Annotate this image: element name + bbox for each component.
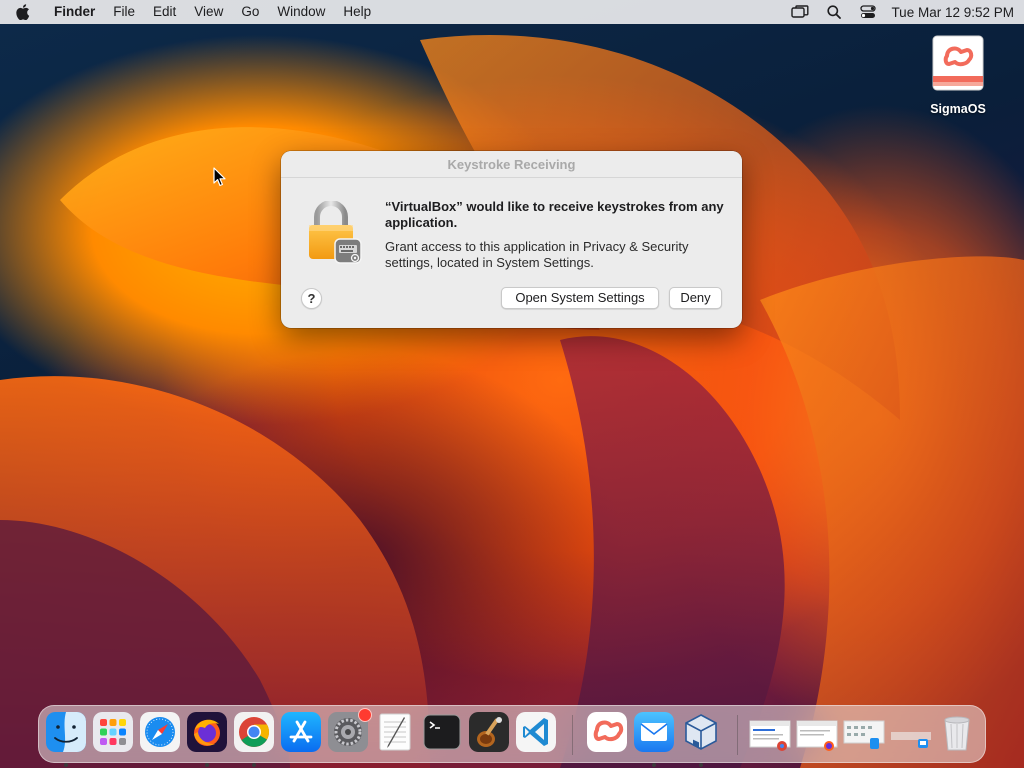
finder-icon	[46, 712, 86, 752]
dock-minimized-finder-window[interactable]	[843, 712, 885, 752]
spotlight-search-icon[interactable]	[817, 0, 851, 24]
help-button[interactable]: ?	[301, 288, 322, 309]
vscode-icon	[516, 712, 556, 752]
minimized-firefox-window-icon	[796, 712, 838, 752]
menu-file[interactable]: File	[104, 0, 144, 24]
running-indicator	[205, 763, 209, 767]
mouse-pointer-icon	[213, 167, 227, 187]
instruments-icon	[469, 712, 509, 752]
deny-button[interactable]: Deny	[669, 287, 722, 309]
menu-help[interactable]: Help	[334, 0, 380, 24]
menu-bar: Finder File Edit View Go Window Help Tue…	[0, 0, 1024, 24]
desktop-icon-label: SigmaOS	[930, 102, 986, 116]
dock-trash[interactable]	[937, 712, 977, 752]
dock-virtualbox[interactable]	[681, 712, 721, 767]
running-indicator	[64, 763, 68, 767]
launchpad-icon	[93, 712, 133, 752]
dock-sigmaos[interactable]	[587, 712, 627, 752]
running-indicator	[699, 763, 703, 767]
dialog-body-text: Grant access to this application in Priv…	[385, 239, 689, 270]
sigmaos-app-icon	[931, 34, 985, 94]
dock-finder[interactable]	[46, 712, 86, 767]
dock-app-store[interactable]	[281, 712, 321, 752]
apple-logo-icon[interactable]	[0, 0, 46, 24]
keystroke-receiving-dialog: Keystroke Receiving “VirtualBox” would l…	[281, 151, 742, 328]
dock-system-settings[interactable]	[328, 708, 372, 752]
open-system-settings-button[interactable]: Open System Settings	[501, 287, 659, 309]
dialog-title: Keystroke Receiving	[281, 151, 742, 178]
firefox-icon	[187, 712, 227, 752]
menu-window[interactable]: Window	[268, 0, 334, 24]
dock-separator	[737, 715, 738, 755]
safari-icon	[140, 712, 180, 752]
dock-terminal[interactable]	[422, 712, 462, 752]
running-indicator	[652, 763, 656, 767]
desktop-icon-sigmaos[interactable]: SigmaOS	[922, 34, 994, 116]
dock-minimized-chrome-window[interactable]	[749, 712, 791, 752]
menu-extras: Tue Mar 12 9:52 PM	[783, 0, 1024, 24]
textedit-icon	[375, 712, 415, 752]
dock-separator	[572, 715, 573, 755]
dock-safari[interactable]	[140, 712, 180, 752]
terminal-icon	[422, 712, 462, 752]
app-store-icon	[281, 712, 321, 752]
menu-edit[interactable]: Edit	[144, 0, 185, 24]
desktop-wallpaper	[0, 0, 1024, 768]
minimized-window-icon	[890, 712, 932, 752]
chrome-icon	[234, 712, 274, 752]
dock-instruments[interactable]	[469, 712, 509, 752]
minimized-finder-window-icon	[843, 712, 885, 752]
dock	[38, 705, 986, 767]
menu-app-finder[interactable]: Finder	[46, 0, 104, 24]
dock-minimized-firefox-window[interactable]	[796, 712, 838, 752]
dock-minimized-window[interactable]	[890, 712, 932, 752]
dock-textedit[interactable]	[375, 712, 415, 752]
system-settings-icon	[328, 708, 372, 752]
screen-mirroring-icon[interactable]	[783, 0, 817, 24]
dock-chrome[interactable]	[234, 712, 274, 767]
control-center-icon[interactable]	[851, 0, 885, 24]
running-indicator	[252, 763, 256, 767]
menu-clock[interactable]: Tue Mar 12 9:52 PM	[885, 5, 1014, 20]
dialog-headline: “VirtualBox” would like to receive keyst…	[385, 199, 724, 230]
virtualbox-icon	[681, 712, 721, 752]
minimized-chrome-window-icon	[749, 712, 791, 752]
mail-icon	[634, 712, 674, 752]
notification-badge	[358, 708, 372, 722]
dock-vscode[interactable]	[516, 712, 556, 752]
lock-keyboard-icon	[305, 200, 365, 267]
dock-launchpad[interactable]	[93, 712, 133, 752]
trash-icon	[937, 712, 977, 752]
dock-firefox[interactable]	[187, 712, 227, 767]
dock-mail[interactable]	[634, 712, 674, 767]
menu-view[interactable]: View	[185, 0, 232, 24]
menu-go[interactable]: Go	[232, 0, 268, 24]
sigmaos-icon	[587, 712, 627, 752]
